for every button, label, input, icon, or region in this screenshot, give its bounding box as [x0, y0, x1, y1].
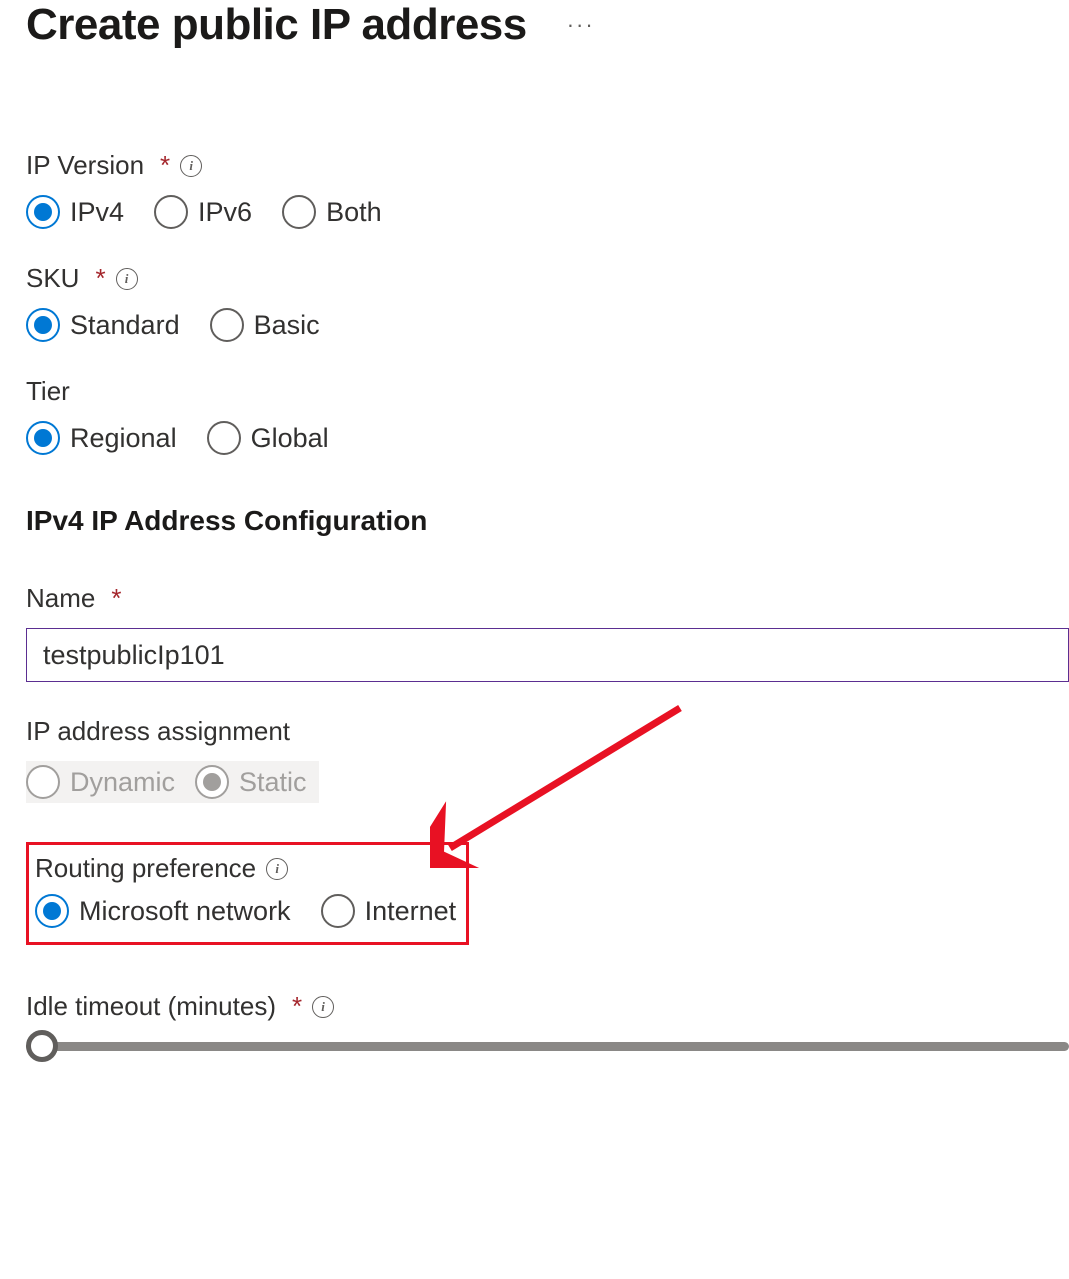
radio-regional[interactable]: Regional	[26, 421, 177, 455]
radio-basic-label: Basic	[254, 310, 320, 341]
radio-ipv4-label: IPv4	[70, 197, 124, 228]
info-icon[interactable]: i	[116, 268, 138, 290]
radio-internet[interactable]: Internet	[321, 894, 457, 928]
radio-internet-label: Internet	[365, 896, 457, 927]
tier-label: Tier	[26, 376, 70, 407]
radio-ipv4[interactable]: IPv4	[26, 195, 124, 229]
radio-regional-label: Regional	[70, 423, 177, 454]
radio-both[interactable]: Both	[282, 195, 382, 229]
radio-ms-network-label: Microsoft network	[79, 896, 291, 927]
required-asterisk: *	[160, 150, 170, 181]
radio-dynamic: Dynamic	[26, 765, 175, 799]
radio-basic[interactable]: Basic	[210, 308, 320, 342]
radio-ms-network[interactable]: Microsoft network	[35, 894, 291, 928]
radio-both-label: Both	[326, 197, 382, 228]
info-icon[interactable]: i	[180, 155, 202, 177]
radio-dynamic-label: Dynamic	[70, 767, 175, 798]
page-title: Create public IP address	[26, 0, 527, 50]
radio-static-label: Static	[239, 767, 307, 798]
radio-standard-label: Standard	[70, 310, 180, 341]
required-asterisk: *	[111, 583, 121, 614]
info-icon[interactable]: i	[266, 858, 288, 880]
required-asterisk: *	[95, 263, 105, 294]
required-asterisk: *	[292, 991, 302, 1022]
radio-global[interactable]: Global	[207, 421, 329, 455]
info-icon[interactable]: i	[312, 996, 334, 1018]
ip-version-label: IP Version	[26, 150, 144, 181]
idle-timeout-label: Idle timeout (minutes)	[26, 991, 276, 1022]
section-heading: IPv4 IP Address Configuration	[26, 505, 1069, 537]
radio-standard[interactable]: Standard	[26, 308, 180, 342]
radio-ipv6[interactable]: IPv6	[154, 195, 252, 229]
radio-static: Static	[195, 765, 307, 799]
idle-timeout-slider[interactable]	[26, 1042, 1069, 1051]
radio-ipv6-label: IPv6	[198, 197, 252, 228]
sku-label: SKU	[26, 263, 79, 294]
routing-preference-highlight: Routing preference i Microsoft network I…	[26, 842, 469, 945]
assignment-label: IP address assignment	[26, 716, 290, 747]
more-actions-button[interactable]: ···	[567, 12, 595, 38]
routing-label: Routing preference	[35, 853, 256, 884]
name-label: Name	[26, 583, 95, 614]
name-input[interactable]	[26, 628, 1069, 682]
radio-global-label: Global	[251, 423, 329, 454]
